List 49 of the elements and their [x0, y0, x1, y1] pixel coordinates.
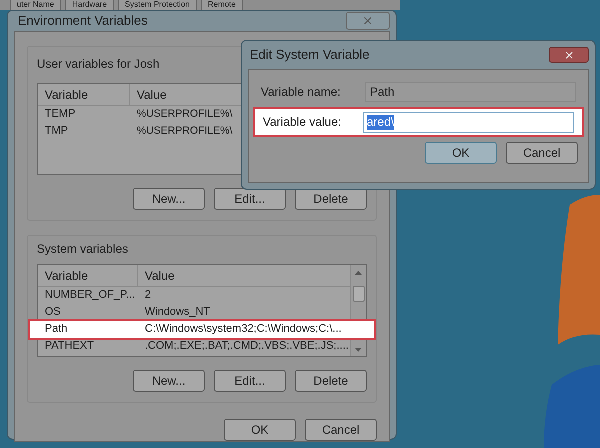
dialog-button[interactable]: Edit...	[214, 188, 286, 210]
variable-name: TEMP	[44, 106, 77, 122]
variable-value: Windows_NT	[144, 304, 210, 320]
group-label: System variables	[37, 240, 128, 258]
list-row[interactable]: PATHEXT .COM;.EXE;.BAT;.CMD;.VBS;.VBE;.JS;....	[38, 338, 350, 354]
dialog-button[interactable]: Cancel	[506, 142, 578, 164]
tab[interactable]: Hardware	[65, 0, 114, 10]
dialog-button[interactable]: Cancel	[305, 418, 377, 440]
variable-value: %USERPROFILE%\	[136, 106, 233, 122]
dialog-button[interactable]: Delete	[295, 370, 367, 392]
list-row[interactable]: NUMBER_OF_P... 2	[38, 286, 350, 304]
variable-value: C:\Windows\system32;C:\Windows;C:\...	[144, 322, 342, 336]
group-label: User variables for Josh	[37, 56, 160, 72]
scroll-thumb[interactable]	[352, 286, 364, 302]
variable-name: PATHEXT	[44, 338, 96, 354]
column-header[interactable]: Variable	[38, 84, 130, 104]
window-title: Environment Variables	[17, 12, 148, 30]
tab[interactable]: uter Name	[10, 0, 62, 10]
variable-value: 2	[144, 288, 152, 302]
scroll-up-icon[interactable]	[355, 270, 362, 274]
dialog-button[interactable]: OK	[425, 142, 497, 164]
close-button[interactable]	[549, 47, 589, 63]
dialog-button[interactable]: Edit...	[214, 370, 286, 392]
close-icon[interactable]	[564, 50, 574, 60]
tab[interactable]: Remote	[200, 0, 243, 10]
list-row[interactable]: Path C:\Windows\system32;C:\Windows;C:\...	[30, 320, 374, 338]
input-field[interactable]: ared\	[363, 112, 574, 132]
variable-name: TMP	[44, 124, 70, 138]
column-header[interactable]: Variable	[38, 264, 138, 286]
variable-value: .COM;.EXE;.BAT;.CMD;.VBS;.VBE;.JS;....	[144, 338, 349, 354]
dialog-button[interactable]: OK	[224, 418, 296, 440]
variable-name: NUMBER_OF_P...	[44, 288, 136, 302]
scrollbar[interactable]	[350, 264, 366, 320]
variable-name: OS	[44, 304, 62, 320]
scroll-down-icon[interactable]	[355, 348, 362, 352]
field-value: ared\	[367, 114, 394, 130]
variable-value: %USERPROFILE%\	[136, 124, 233, 138]
dialog-title: Edit System Variable	[249, 46, 370, 64]
list-row[interactable]: OS Windows_NT	[38, 304, 350, 320]
name-field[interactable]: Path	[365, 82, 576, 102]
column-header[interactable]: Value	[138, 264, 350, 286]
field-label: Variable value:	[263, 114, 342, 131]
field-label: Variable name:	[261, 84, 342, 101]
tab[interactable]: System Protection	[118, 0, 197, 10]
close-icon[interactable]	[362, 14, 374, 27]
variable-name: Path	[44, 322, 69, 336]
dialog-button[interactable]: New...	[133, 370, 205, 392]
scrollbar-bottom[interactable]	[350, 340, 366, 356]
dialog-button[interactable]: New...	[133, 188, 205, 210]
